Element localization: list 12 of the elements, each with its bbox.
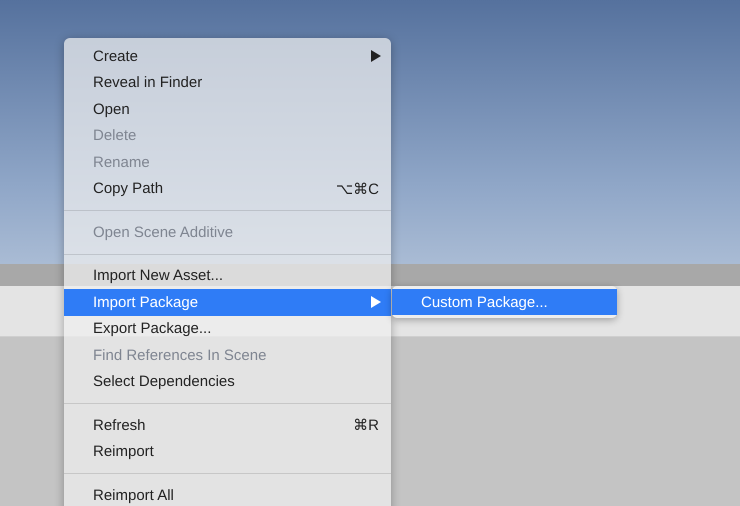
menu-item[interactable]: Create bbox=[64, 43, 391, 70]
menu-item[interactable]: Refresh ⌘R bbox=[64, 412, 391, 438]
menu-item[interactable]: Import Package bbox=[64, 289, 391, 316]
menu-item[interactable]: Select Dependencies bbox=[64, 368, 391, 395]
menu-item[interactable]: Reimport All bbox=[64, 482, 391, 506]
menu-item[interactable]: Copy Path ⌥⌘C bbox=[64, 176, 391, 202]
menu-item[interactable]: Open bbox=[64, 96, 391, 122]
menu-item[interactable]: Export Package... bbox=[64, 316, 391, 342]
menu-item[interactable]: Custom Package... bbox=[392, 289, 617, 315]
menu-item[interactable]: Import New Asset... bbox=[64, 262, 391, 289]
menu-item[interactable]: Reveal in Finder bbox=[64, 70, 391, 96]
menu-item[interactable]: Reimport bbox=[64, 438, 391, 465]
